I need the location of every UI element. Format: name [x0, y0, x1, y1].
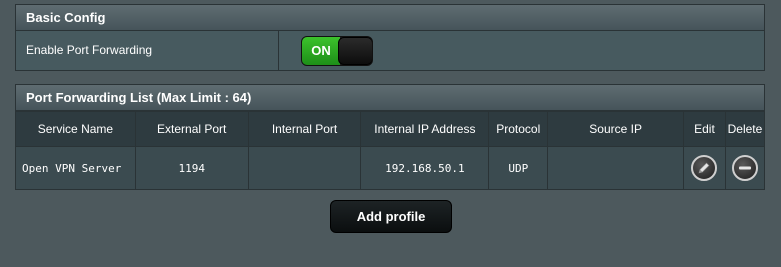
add-profile-button[interactable]: Add profile [330, 200, 452, 233]
cell-edit [683, 146, 726, 190]
toggle-knob[interactable] [338, 37, 372, 65]
cell-internal-port [247, 146, 362, 190]
cell-internal-ip: 192.168.50.1 [360, 146, 490, 190]
port-forwarding-list-panel: Port Forwarding List (Max Limit : 64) Se… [15, 84, 766, 190]
toggle-on-label: ON [302, 37, 340, 65]
col-delete: Delete [724, 111, 766, 147]
col-external-port: External Port [134, 111, 249, 147]
cell-protocol: UDP [488, 146, 549, 190]
enable-port-forwarding-row: Enable Port Forwarding ON [15, 31, 765, 71]
basic-config-panel: Basic Config Enable Port Forwarding ON [15, 4, 765, 71]
col-internal-ip: Internal IP Address [360, 111, 490, 147]
cell-delete [724, 146, 766, 190]
port-forwarding-list-header: Port Forwarding List (Max Limit : 64) [15, 84, 765, 111]
enable-port-forwarding-label: Enable Port Forwarding [16, 31, 279, 70]
enable-port-forwarding-value: ON [279, 31, 764, 70]
cell-service-name: Open VPN Server [15, 146, 136, 190]
minus-icon [738, 166, 751, 170]
col-edit: Edit [683, 111, 726, 147]
col-protocol: Protocol [488, 111, 549, 147]
col-internal-port: Internal Port [247, 111, 362, 147]
basic-config-header: Basic Config [15, 4, 765, 31]
cell-external-port: 1194 [134, 146, 249, 190]
edit-button[interactable] [691, 155, 718, 181]
cell-source-ip [547, 146, 684, 190]
table-row: Open VPN Server 1194 192.168.50.1 UDP [15, 146, 766, 190]
col-service-name: Service Name [15, 111, 136, 147]
table-header-row: Service Name External Port Internal Port… [15, 111, 766, 147]
delete-button[interactable] [731, 155, 758, 181]
pencil-icon [699, 162, 710, 174]
port-forwarding-toggle[interactable]: ON [301, 36, 373, 66]
port-forwarding-table: Service Name External Port Internal Port… [15, 111, 766, 190]
col-source-ip: Source IP [547, 111, 684, 147]
